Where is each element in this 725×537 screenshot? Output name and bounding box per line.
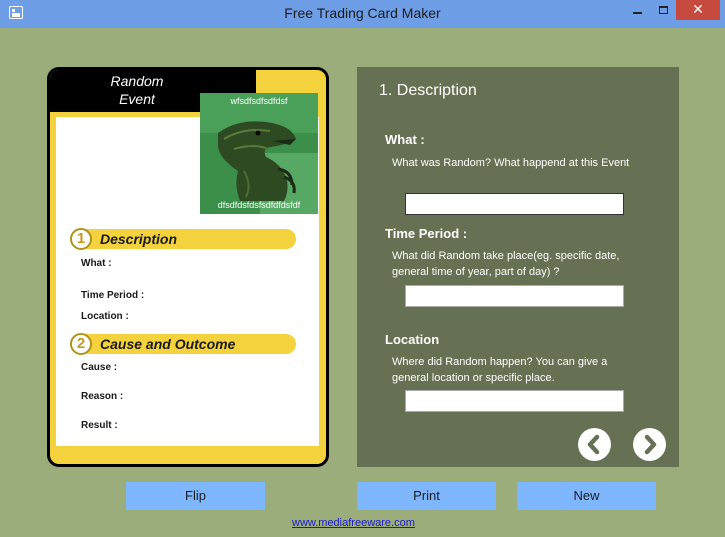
website-link[interactable]: www.mediafreeware.com xyxy=(292,517,415,529)
next-page-button[interactable] xyxy=(633,428,666,461)
card-result-label: Result : xyxy=(81,420,118,431)
section-number-1: 1 xyxy=(70,228,92,250)
window-title: Free Trading Card Maker xyxy=(284,5,441,21)
location-help-text: Where did Random happen? You can give a … xyxy=(392,356,608,384)
chevron-left-icon xyxy=(587,434,600,455)
cause-outcome-section-banner: 2 Cause and Outcome xyxy=(70,333,296,355)
new-button[interactable]: New xyxy=(517,482,656,510)
previous-page-button[interactable] xyxy=(578,428,611,461)
card-category-line1: Random xyxy=(110,73,164,89)
minimize-icon xyxy=(632,11,642,14)
minimize-button[interactable] xyxy=(627,0,647,20)
maximize-button[interactable] xyxy=(653,0,673,20)
what-label: What : xyxy=(385,132,425,147)
card-category-line2: Event xyxy=(119,91,155,107)
card-photo[interactable]: wfsdfsdfsdfdsf dfsdfdsfdsfsdfdfdsfdf xyxy=(200,93,318,214)
maximize-icon xyxy=(658,5,668,14)
chevron-right-icon xyxy=(644,434,657,455)
trading-card: Random Event wfsdfsdfsdfdsf dfsdfdsfdsfs… xyxy=(47,67,329,467)
print-button[interactable]: Print xyxy=(357,482,496,510)
card-time-period-label: Time Period : xyxy=(81,290,145,301)
section-number-2: 2 xyxy=(70,333,92,355)
location-label: Location xyxy=(385,332,440,347)
card-reason-label: Reason : xyxy=(81,391,124,402)
flip-button[interactable]: Flip xyxy=(126,482,265,510)
panel-title: 1. Description xyxy=(379,82,477,99)
description-section-banner: 1 Description xyxy=(70,228,296,250)
time-period-input[interactable] xyxy=(405,285,624,307)
location-input[interactable] xyxy=(405,390,624,412)
card-location-label: Location : xyxy=(81,311,129,322)
photo-caption-top: wfsdfsdfsdfdsf xyxy=(230,96,288,106)
raptor-image-icon xyxy=(200,93,318,214)
card-cause-label: Cause : xyxy=(81,362,118,373)
title-bar: Free Trading Card Maker ✕ xyxy=(0,0,725,28)
description-panel: 1. Description What : What was Random? W… xyxy=(357,67,679,467)
card-what-label: What : xyxy=(81,258,112,269)
close-button[interactable]: ✕ xyxy=(676,0,720,20)
description-section-title: Description xyxy=(100,231,178,247)
what-input[interactable] xyxy=(405,193,624,215)
cause-outcome-section-title: Cause and Outcome xyxy=(100,336,236,352)
time-period-help-text: What did Random take place(eg. specific … xyxy=(392,250,620,278)
photo-caption-bottom: dfsdfdsfdsfsdfdfdsfdf xyxy=(217,200,301,210)
close-icon: ✕ xyxy=(692,1,704,17)
what-help-text: What was Random? What happend at this Ev… xyxy=(392,157,630,169)
time-period-label: Time Period : xyxy=(385,226,468,241)
